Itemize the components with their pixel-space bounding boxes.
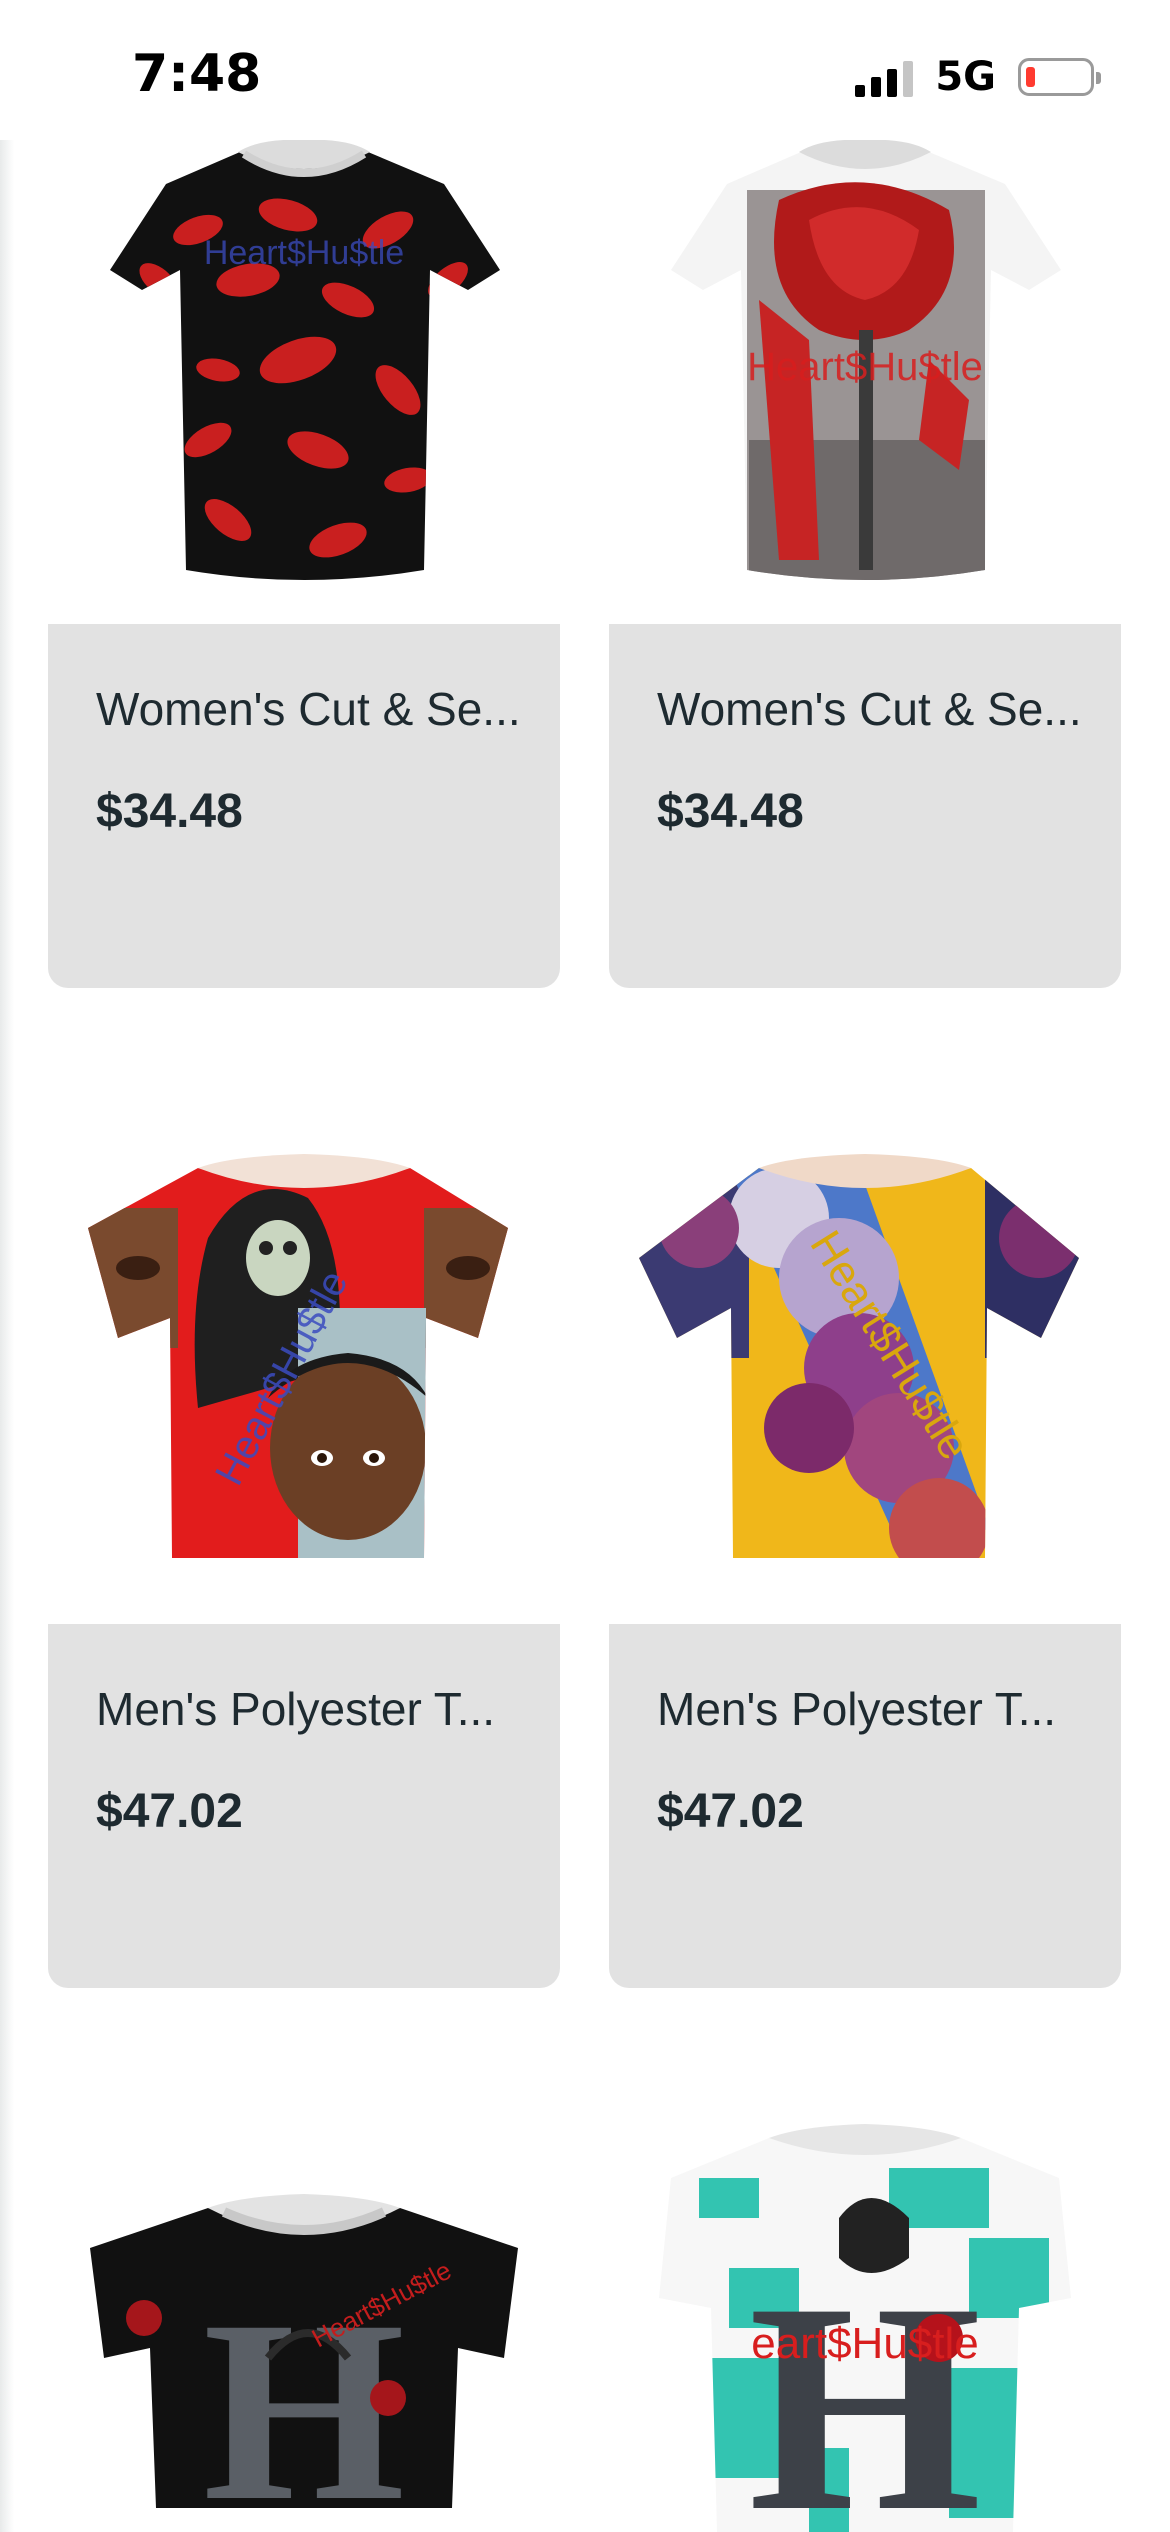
product-card[interactable]: Heart$Hu$tle Men's Polyester T... $47.02 — [48, 1108, 560, 1988]
signal-icon — [855, 57, 914, 97]
teal-letter-h-shirt-image: H eart$Hu$tle — [659, 2124, 1071, 2532]
product-card[interactable]: Heart$Hu$tle Men's Polyester T... $47.02 — [609, 1108, 1121, 1988]
status-time: 7:48 — [132, 44, 262, 104]
hooded-skeleton-shirt-image: Heart$Hu$tle — [88, 1154, 508, 1558]
product-price: $34.48 — [96, 785, 243, 838]
status-indicators: 5G — [855, 54, 1101, 100]
red-rose-shirt-image: Heart$Hu$tle — [671, 140, 1061, 580]
product-title[interactable]: Women's Cut & Se... — [657, 682, 1087, 736]
brand-print-text: Heart$Hu$tle — [747, 345, 983, 389]
brand-print-text: Heart$Hu$tle — [204, 234, 404, 272]
clouds-yellow-shirt-image: Heart$Hu$tle — [639, 1154, 1079, 1558]
product-info[interactable]: Men's Polyester T... $47.02 — [48, 1624, 560, 1988]
product-price: $34.48 — [657, 785, 804, 838]
red-lips-shirt-image: Heart$Hu$tle — [110, 140, 500, 580]
product-image[interactable]: Heart$Hu$tle — [48, 1108, 560, 1624]
status-bar: 7:48 5G — [0, 0, 1170, 140]
brand-print-text: eart$Hu$tle — [751, 2319, 978, 2368]
product-title[interactable]: Men's Polyester T... — [657, 1682, 1087, 1736]
svg-text:H: H — [748, 2241, 981, 2532]
product-image[interactable]: Heart$Hu$tle — [609, 1108, 1121, 1624]
product-price: $47.02 — [96, 1785, 243, 1838]
black-letter-h-shirt-image: H Heart$Hu$tle — [90, 2194, 518, 2532]
product-title[interactable]: Men's Polyester T... — [96, 1682, 526, 1736]
network-type: 5G — [935, 54, 996, 100]
product-price: $47.02 — [657, 1785, 804, 1838]
battery-icon — [1018, 58, 1101, 96]
product-image[interactable]: Heart$Hu$tle — [609, 140, 1121, 624]
product-image[interactable]: H Heart$Hu$tle — [48, 2108, 560, 2532]
product-card[interactable]: H eart$Hu$tle — [609, 2108, 1121, 2532]
product-title[interactable]: Women's Cut & Se... — [96, 682, 526, 736]
product-image[interactable]: H eart$Hu$tle — [609, 2108, 1121, 2532]
product-card[interactable]: Heart$Hu$tle Women's Cut & Se... $34.48 — [48, 140, 560, 988]
product-card[interactable]: H Heart$Hu$tle — [48, 2108, 560, 2532]
product-grid: Heart$Hu$tle Women's Cut & Se... $34.48 — [0, 0, 1170, 2532]
product-info[interactable]: Women's Cut & Se... $34.48 — [609, 624, 1121, 988]
product-image[interactable]: Heart$Hu$tle — [48, 140, 560, 624]
product-info[interactable]: Women's Cut & Se... $34.48 — [48, 624, 560, 988]
product-info[interactable]: Men's Polyester T... $47.02 — [609, 1624, 1121, 1988]
product-card[interactable]: Heart$Hu$tle Women's Cut & Se... $34.48 — [609, 140, 1121, 988]
